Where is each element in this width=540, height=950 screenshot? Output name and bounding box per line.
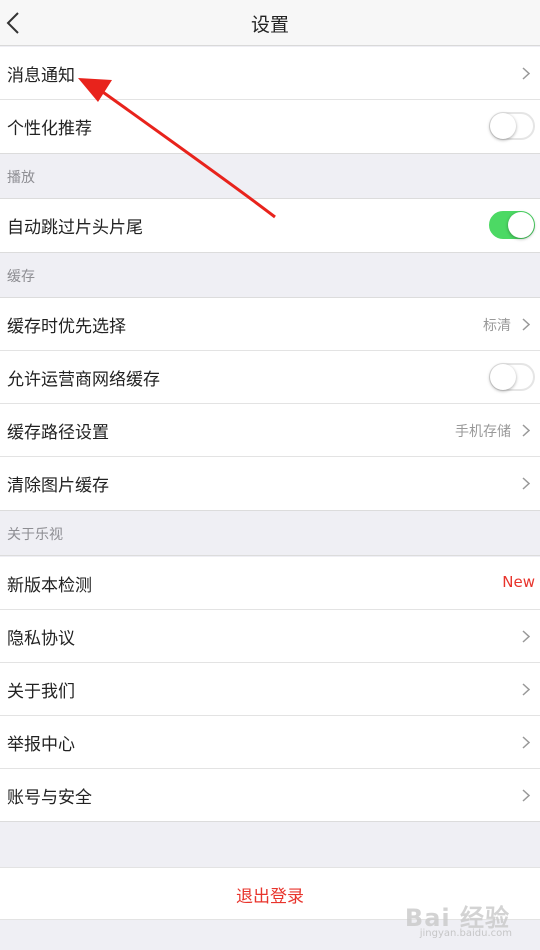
logout-label: 退出登录 <box>236 887 304 907</box>
row-label: 举报中心 <box>7 735 75 755</box>
cache-priority-value: 标清 <box>483 318 511 334</box>
row-report-center[interactable]: 举报中心 <box>0 716 540 769</box>
carrier-network-cache-toggle[interactable] <box>489 363 535 391</box>
chevron-right-icon <box>522 67 530 80</box>
section-header-playback: 播放 <box>0 153 540 199</box>
chevron-right-icon <box>522 477 530 490</box>
row-label: 清除图片缓存 <box>7 476 109 496</box>
row-clear-image-cache[interactable]: 清除图片缓存 <box>0 457 540 510</box>
navigation-bar: 设置 <box>0 0 540 46</box>
section-header-about: 关于乐视 <box>0 510 540 556</box>
row-label: 缓存路径设置 <box>7 423 109 443</box>
row-label: 新版本检测 <box>7 576 92 596</box>
auto-skip-toggle[interactable] <box>489 211 535 239</box>
toggle-knob <box>508 212 534 238</box>
section-title: 播放 <box>7 170 35 186</box>
row-label: 消息通知 <box>7 66 75 86</box>
page-title: 设置 <box>250 14 289 36</box>
row-label: 缓存时优先选择 <box>7 317 126 337</box>
row-version-check[interactable]: 新版本检测 New <box>0 557 540 610</box>
toggle-knob <box>490 364 516 390</box>
section-header-cache: 缓存 <box>0 252 540 298</box>
row-account-security[interactable]: 账号与安全 <box>0 769 540 822</box>
chevron-right-icon <box>522 424 530 437</box>
row-label: 自动跳过片头片尾 <box>7 218 143 238</box>
row-label: 个性化推荐 <box>7 119 92 139</box>
section-title: 关于乐视 <box>7 527 63 543</box>
chevron-right-icon <box>522 318 530 331</box>
chevron-right-icon <box>522 630 530 643</box>
toggle-knob <box>490 113 516 139</box>
row-privacy[interactable]: 隐私协议 <box>0 610 540 663</box>
row-carrier-network-cache: 允许运营商网络缓存 <box>0 351 540 404</box>
row-message-notification[interactable]: 消息通知 <box>0 47 540 100</box>
personalized-recommendation-toggle[interactable] <box>489 112 535 140</box>
row-cache-priority[interactable]: 缓存时优先选择 标清 <box>0 298 540 351</box>
row-label: 允许运营商网络缓存 <box>7 370 160 390</box>
row-auto-skip: 自动跳过片头片尾 <box>0 199 540 252</box>
new-version-badge: New <box>502 573 535 591</box>
row-personalized-recommendation: 个性化推荐 <box>0 100 540 153</box>
row-label: 关于我们 <box>7 682 75 702</box>
row-label: 隐私协议 <box>7 629 75 649</box>
row-cache-path[interactable]: 缓存路径设置 手机存储 <box>0 404 540 457</box>
chevron-right-icon <box>522 736 530 749</box>
watermark-url: jingyan.baidu.com <box>419 928 512 939</box>
row-about-us[interactable]: 关于我们 <box>0 663 540 716</box>
cache-path-value: 手机存储 <box>455 424 511 440</box>
row-label: 账号与安全 <box>7 788 92 808</box>
section-title: 缓存 <box>7 269 35 285</box>
chevron-right-icon <box>522 789 530 802</box>
chevron-right-icon <box>522 683 530 696</box>
